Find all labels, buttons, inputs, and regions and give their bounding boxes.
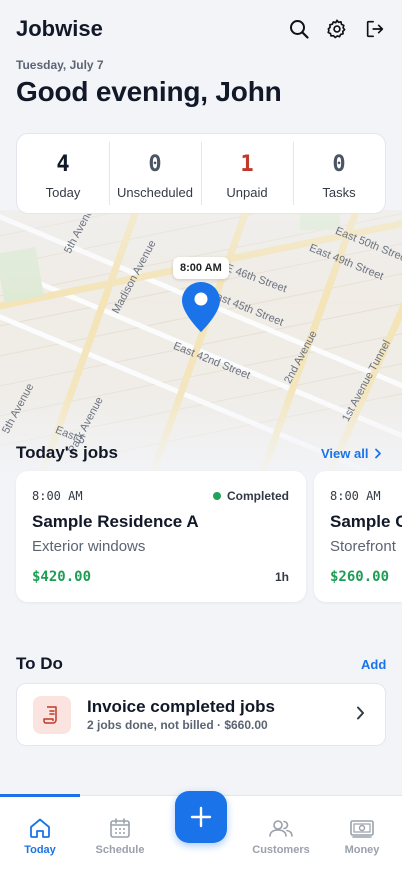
search-icon[interactable] xyxy=(287,17,311,41)
invoice-icon xyxy=(33,696,71,734)
stat-value: 0 xyxy=(148,151,162,177)
status-label: Completed xyxy=(226,489,289,503)
add-todo-button[interactable]: Add xyxy=(361,657,386,672)
job-service: Exterior windows xyxy=(32,538,146,555)
todays-jobs-heading: Today's jobs xyxy=(16,443,118,462)
tab-schedule[interactable]: Schedule xyxy=(80,796,160,856)
app-title: Jobwise xyxy=(16,16,103,41)
chevron-right-icon xyxy=(356,706,365,725)
stat-unpaid[interactable]: 1 Unpaid xyxy=(201,134,293,213)
plus-icon xyxy=(190,806,212,828)
map-pin-icon[interactable] xyxy=(180,280,222,339)
stat-label: Unscheduled xyxy=(117,184,193,200)
todo-subtitle: 2 jobs done, not billed · $660.00 xyxy=(87,718,268,732)
tab-label: Schedule xyxy=(95,844,145,856)
stat-label: Unpaid xyxy=(226,184,268,200)
stat-unscheduled[interactable]: 0 Unscheduled xyxy=(109,134,201,213)
stat-value: 1 xyxy=(240,151,254,177)
job-price: $420.00 xyxy=(32,569,92,585)
status-dot-icon xyxy=(212,492,221,500)
job-card[interactable]: 8:00 AM Completed Sample Residence A Ext… xyxy=(16,471,306,602)
view-all-label: View all xyxy=(321,446,369,461)
logout-icon[interactable] xyxy=(363,17,387,41)
tab-label: Customers xyxy=(252,844,310,856)
job-time: 8:00 AM xyxy=(32,489,83,503)
job-time: 8:00 AM xyxy=(330,489,381,503)
stat-today[interactable]: 4 Today xyxy=(17,134,109,213)
chevron-right-icon xyxy=(375,448,382,459)
job-service: Storefront xyxy=(330,538,396,555)
calendar-icon xyxy=(110,818,130,838)
tab-customers[interactable]: Customers xyxy=(241,796,321,856)
greeting-heading: Good evening, John xyxy=(16,76,282,107)
tab-label: Today xyxy=(24,844,56,856)
todo-title: Invoice completed jobs xyxy=(87,697,275,716)
map-pin-label: 8:00 AM xyxy=(173,257,229,279)
money-icon xyxy=(350,820,374,838)
stat-value: 4 xyxy=(56,151,70,177)
job-price: $260.00 xyxy=(330,569,390,585)
current-date: Tuesday, July 7 xyxy=(16,58,104,72)
tab-label: Money xyxy=(344,844,380,856)
app-header: Jobwise xyxy=(0,0,402,60)
status-badge: Completed xyxy=(212,489,289,503)
add-job-button[interactable] xyxy=(175,791,227,843)
stat-label: Today xyxy=(45,184,81,200)
stat-tasks[interactable]: 0 Tasks xyxy=(293,134,385,213)
stat-value: 0 xyxy=(332,151,346,177)
home-icon xyxy=(30,818,50,838)
job-name: Sample C xyxy=(330,512,402,531)
stat-label: Tasks xyxy=(322,184,356,200)
job-card[interactable]: 8:00 AM Sample C Storefront $260.00 xyxy=(314,471,402,602)
tab-today[interactable]: Today xyxy=(0,796,80,856)
tab-money[interactable]: Money xyxy=(322,796,402,856)
users-icon xyxy=(269,820,293,837)
todo-item[interactable]: Invoice completed jobs 2 jobs done, not … xyxy=(16,683,386,746)
todo-heading: To Do xyxy=(16,654,63,673)
gear-icon[interactable] xyxy=(325,17,349,41)
view-all-link[interactable]: View all xyxy=(321,446,382,461)
job-name: Sample Residence A xyxy=(32,512,199,531)
job-duration: 1h xyxy=(274,570,289,584)
summary-stats-card: 4 Today 0 Unscheduled 1 Unpaid 0 Tasks xyxy=(16,133,386,214)
